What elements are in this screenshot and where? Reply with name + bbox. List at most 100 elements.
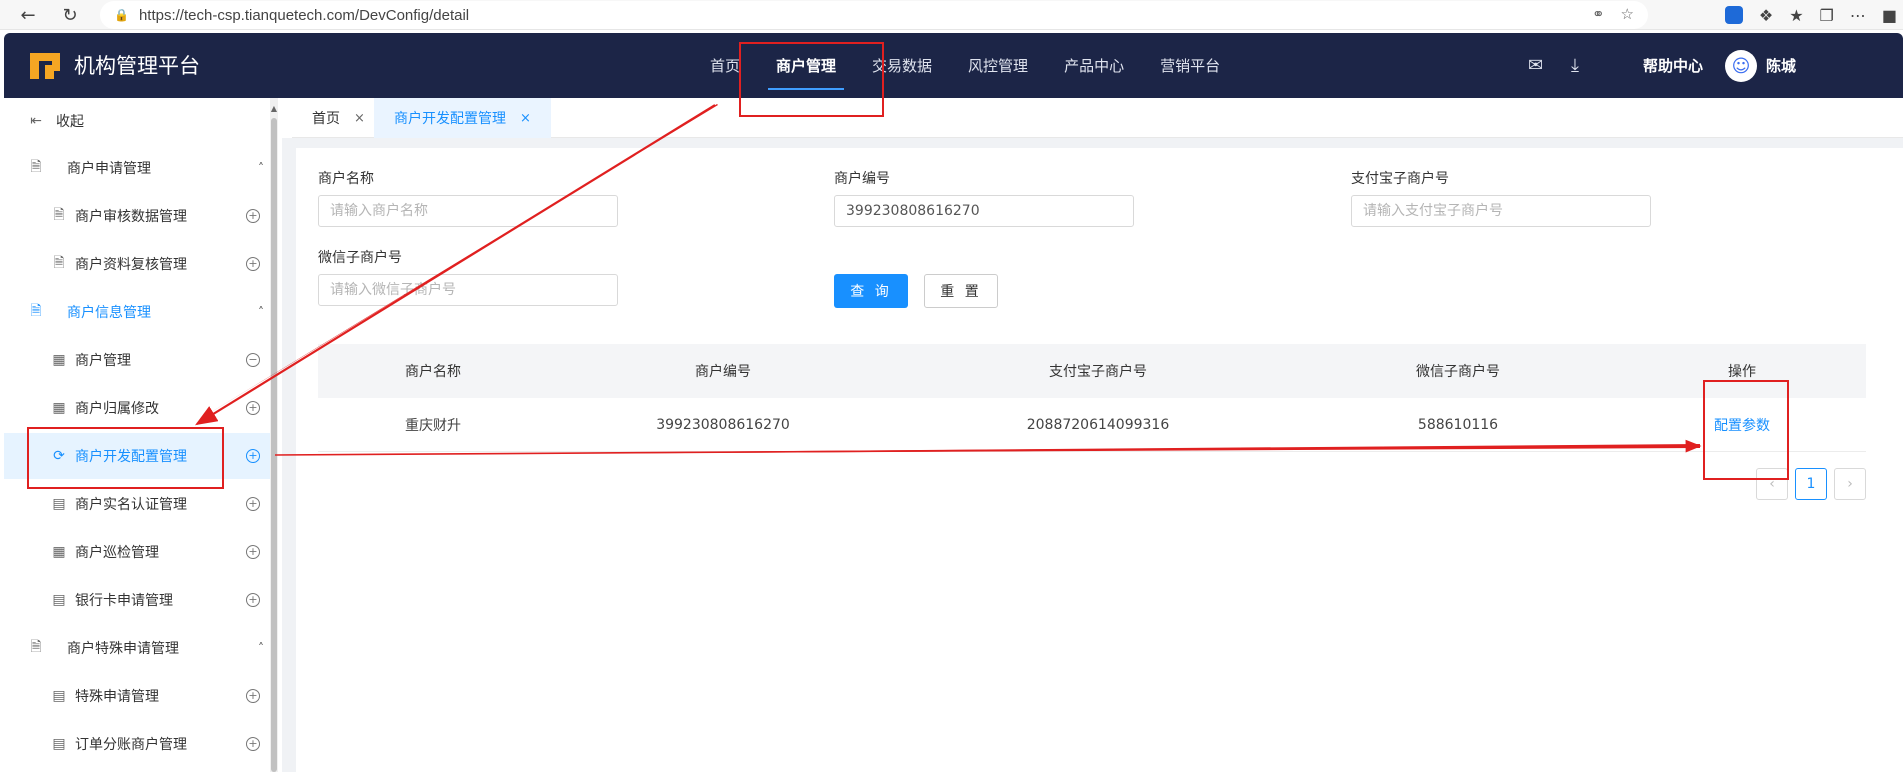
collections-icon[interactable]: ❐ — [1820, 6, 1834, 25]
favorite-icon[interactable]: ☆ — [1621, 5, 1634, 23]
add-tab-icon[interactable]: + — [246, 737, 260, 751]
wechat-sub-label: 微信子商户号 — [318, 250, 402, 266]
list-icon: ▤ — [52, 496, 66, 512]
mail-icon[interactable]: ✉ — [1528, 55, 1543, 76]
add-tab-icon[interactable]: + — [246, 209, 260, 223]
chevron-up-icon: ˄ — [258, 305, 264, 319]
favorites-list-icon[interactable]: ★ — [1789, 6, 1803, 25]
username[interactable]: 陈城 — [1766, 55, 1796, 76]
add-tab-icon[interactable]: + — [246, 401, 260, 415]
refresh-icon[interactable]: ↻ — [56, 1, 84, 29]
sidebar-item-recheck[interactable]: 🗎 商户资料复核管理 + — [4, 241, 272, 287]
merchant-name-input[interactable] — [318, 195, 618, 227]
wechat-sub-input[interactable] — [318, 274, 618, 306]
annotation-box-sidebar — [27, 427, 224, 489]
close-icon[interactable]: × — [520, 111, 531, 126]
sidebar-group-special[interactable]: 🗎 商户特殊申请管理 ˄ — [4, 625, 272, 671]
table-cell: 588610116 — [1417, 417, 1499, 433]
column-header: 商户名称 — [405, 364, 461, 380]
tab-home[interactable]: 首页 × — [292, 98, 385, 138]
sidebar-item-label: 商户管理 — [75, 353, 131, 369]
browser-toolbar: ← ↻ 🔒 https://tech-csp.tianquetech.com/D… — [0, 0, 1903, 30]
list-icon: ▤ — [52, 736, 66, 752]
content-panel — [296, 148, 1903, 772]
document-icon: 🗎 — [30, 159, 42, 175]
sidebar-item-split-order[interactable]: ▤ 订单分账商户管理 + — [4, 721, 272, 767]
app-title: 机构管理平台 — [74, 54, 200, 78]
merchant-name-label: 商户名称 — [318, 171, 374, 187]
sidebar-item-merchant[interactable]: ▦ 商户管理 − — [4, 337, 272, 383]
close-icon[interactable]: × — [354, 111, 365, 126]
sidebar-item-special-apply[interactable]: ▤ 特殊申请管理 + — [4, 673, 272, 719]
sidebar-item-review-data[interactable]: 🗎 商户审核数据管理 + — [4, 193, 272, 239]
document-icon: 🗎 — [53, 255, 65, 271]
tab-label: 首页 — [312, 111, 340, 127]
sidebar-group-label: 商户申请管理 — [67, 161, 151, 177]
add-tab-icon[interactable]: + — [246, 689, 260, 703]
help-center-link[interactable]: 帮助中心 — [1643, 55, 1703, 76]
document-icon: 🗎 — [53, 207, 65, 223]
sidebar-item-label: 商户资料复核管理 — [75, 257, 187, 273]
column-header: 微信子商户号 — [1416, 364, 1500, 380]
query-button[interactable]: 查 询 — [834, 274, 908, 308]
merchant-no-input[interactable] — [834, 195, 1134, 227]
sidebar-item-label: 商户巡检管理 — [75, 545, 159, 561]
url-text: https://tech-csp.tianquetech.com/DevConf… — [138, 6, 470, 24]
download-icon[interactable]: ⤓ — [1571, 55, 1579, 76]
read-aloud-icon[interactable]: ⚭ — [1592, 5, 1605, 23]
next-page-button[interactable]: › — [1834, 468, 1866, 500]
store-icon: ▦ — [52, 352, 66, 368]
sidebar-group-label: 商户特殊申请管理 — [67, 641, 179, 657]
page-number[interactable]: 1 — [1795, 468, 1827, 500]
logo-icon — [30, 53, 60, 79]
alipay-sub-input[interactable] — [1351, 195, 1651, 227]
scrollbar-thumb[interactable] — [271, 118, 277, 772]
list-icon: ▤ — [52, 688, 66, 704]
reset-button[interactable]: 重 置 — [924, 274, 998, 308]
list-icon: ▤ — [52, 592, 66, 608]
sidebar-scrollbar[interactable]: ▲ — [270, 98, 278, 772]
sidebar-toggle-icon[interactable]: ■ — [1882, 6, 1897, 25]
address-bar[interactable]: 🔒 https://tech-csp.tianquetech.com/DevCo… — [100, 1, 1648, 29]
avatar[interactable]: ☺ — [1725, 50, 1757, 82]
add-tab-icon[interactable]: + — [246, 449, 260, 463]
extensions-icon[interactable]: ❖ — [1759, 6, 1773, 25]
sidebar-item-label: 商户实名认证管理 — [75, 497, 187, 513]
tab-label: 商户开发配置管理 — [394, 111, 506, 127]
sidebar-item-label: 商户审核数据管理 — [75, 209, 187, 225]
sidebar-item-ownership[interactable]: ▦ 商户归属修改 + — [4, 385, 272, 431]
sidebar-item-bankcard[interactable]: ▤ 银行卡申请管理 + — [4, 577, 272, 623]
merchant-no-label: 商户编号 — [834, 171, 890, 187]
nav-product-center[interactable]: 产品中心 — [1046, 33, 1142, 98]
add-tab-icon[interactable]: + — [246, 593, 260, 607]
table-cell: 重庆财升 — [405, 418, 461, 434]
sidebar-collapse[interactable]: ⇤ 收起 — [4, 98, 272, 144]
column-header: 支付宝子商户号 — [1049, 364, 1147, 380]
document-icon: 🗎 — [30, 639, 42, 655]
copilot-icon[interactable] — [1724, 6, 1743, 24]
add-tab-icon[interactable]: + — [246, 497, 260, 511]
tab-bar: 首页 × 商户开发配置管理 × — [292, 98, 1903, 138]
app-header: 机构管理平台 首页 商户管理 交易数据 风控管理 产品中心 营销平台 ✉ ⤓ 帮… — [4, 33, 1903, 98]
add-tab-icon[interactable]: + — [246, 257, 260, 271]
minus-icon[interactable]: − — [246, 353, 260, 367]
sidebar-group-application[interactable]: 🗎 商户申请管理 ˄ — [4, 145, 272, 191]
annotation-box-nav — [739, 42, 884, 117]
lock-icon: 🔒 — [114, 8, 129, 22]
back-icon[interactable]: ← — [14, 1, 42, 29]
nav-marketing-platform[interactable]: 营销平台 — [1142, 33, 1238, 98]
document-icon: 🗎 — [30, 303, 42, 319]
sidebar-item-inspection[interactable]: ▦ 商户巡检管理 + — [4, 529, 272, 575]
table-cell: 399230808616270 — [656, 417, 790, 433]
nav-risk-control[interactable]: 风控管理 — [950, 33, 1046, 98]
table-cell: 2088720614099316 — [1026, 417, 1170, 433]
scroll-up-icon[interactable]: ▲ — [270, 104, 278, 113]
more-icon[interactable]: ⋯ — [1850, 6, 1866, 25]
store-icon: ▦ — [52, 400, 66, 416]
sidebar-group-label: 商户信息管理 — [67, 305, 151, 321]
sidebar-item-label: 银行卡申请管理 — [75, 593, 173, 609]
table-header: 商户名称 商户编号 支付宝子商户号 微信子商户号 操作 — [318, 344, 1866, 398]
add-tab-icon[interactable]: + — [246, 545, 260, 559]
sidebar-group-info[interactable]: 🗎 商户信息管理 ˄ — [4, 289, 272, 335]
tab-dev-config[interactable]: 商户开发配置管理 × — [374, 98, 551, 138]
